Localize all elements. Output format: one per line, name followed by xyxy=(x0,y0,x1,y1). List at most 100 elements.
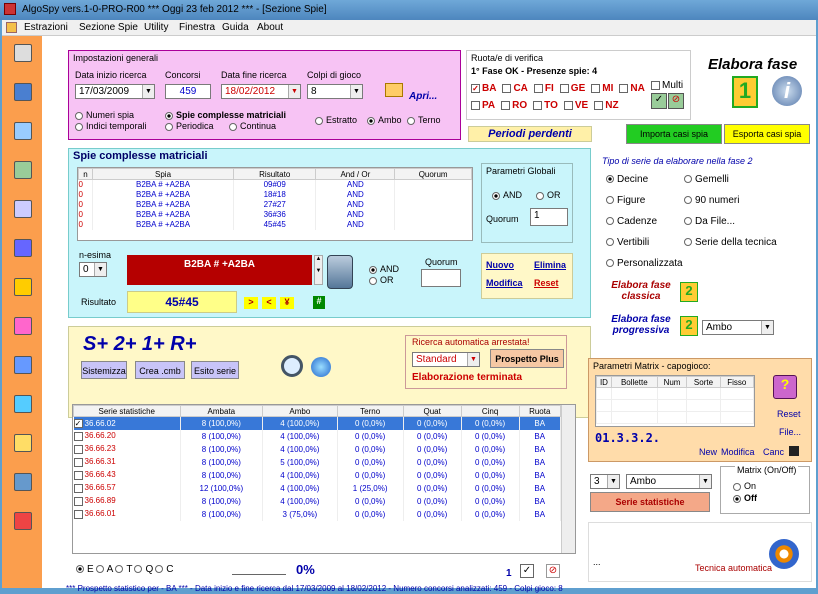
menu-doc-icon[interactable] xyxy=(6,22,17,33)
end-date-select[interactable]: 18/02/2012 ▼ xyxy=(221,84,301,99)
standard-select[interactable]: Standard ▼ xyxy=(412,352,480,367)
serie-col-header[interactable]: Serie statistiche xyxy=(73,405,181,417)
progressiva-select[interactable]: Ambo ▼ xyxy=(702,320,774,335)
stop-icon[interactable]: ⊘ xyxy=(546,564,560,578)
serie-col-header[interactable]: Quat xyxy=(402,405,462,417)
matrix-modifica-link[interactable]: Modifica xyxy=(721,447,755,457)
menu-about[interactable]: About xyxy=(257,22,283,33)
radio-numeri-spia[interactable]: Numeri spia xyxy=(75,110,134,120)
radio-periodica[interactable]: Periodica xyxy=(165,121,214,131)
browser-icon[interactable] xyxy=(311,357,331,377)
ruota-nz[interactable]: NZ xyxy=(594,100,619,111)
spie-col-header[interactable]: And / Or xyxy=(315,168,396,180)
checkbox-icon[interactable] xyxy=(73,470,83,480)
yen-button[interactable]: ¥ xyxy=(280,297,294,309)
confirm-checkbox[interactable]: ✓ xyxy=(520,564,534,578)
elabora-fase-button[interactable]: 1 xyxy=(732,76,758,108)
power-icon[interactable] xyxy=(14,512,32,530)
table-row[interactable]: 36.66.20 8 (100,0%) 4 (100,0%) 0 (0,0%) 0 (0… xyxy=(73,429,575,443)
globali-quorum-input[interactable]: 1 xyxy=(530,208,568,226)
matrix-sorte-select[interactable]: Ambo ▼ xyxy=(626,474,712,489)
tipo-option[interactable]: Personalizzata xyxy=(606,258,683,269)
spie-col-header[interactable]: Spia xyxy=(91,168,235,180)
progress-slider[interactable] xyxy=(232,563,286,575)
book-icon[interactable] xyxy=(14,473,32,491)
formula-and[interactable]: AND xyxy=(369,264,399,274)
ruota-ge[interactable]: GE xyxy=(559,83,585,94)
cycle-icon[interactable] xyxy=(14,122,32,140)
pencil-icon[interactable] xyxy=(14,44,32,62)
prospetto-plus-button[interactable]: Prospetto Plus xyxy=(490,349,564,368)
matrix-col-header[interactable]: Sorte xyxy=(686,376,721,388)
disk-icon[interactable] xyxy=(14,83,32,101)
nuovo-link[interactable]: Nuovo xyxy=(486,260,514,270)
table-row[interactable]: ✓ 36.66.02 8 (100,0%) 4 (100,0%) 0 (0,0%) 0 (… xyxy=(73,416,575,430)
matrix-col-header[interactable]: ID xyxy=(596,376,612,388)
table-row[interactable]: 36.66.31 8 (100,0%) 5 (100,0%) 0 (0,0%) 0 (0… xyxy=(73,455,575,469)
elabora-progressiva-button[interactable]: 2 xyxy=(680,316,698,336)
checkbox-icon[interactable] xyxy=(73,431,83,441)
menu-estrazioni[interactable]: Estrazioni xyxy=(24,22,68,33)
tipo-option[interactable]: Gemelli xyxy=(684,174,729,185)
spie-col-header[interactable]: Risultato xyxy=(233,168,317,180)
start-date-select[interactable]: 17/03/2009 ▼ xyxy=(75,84,155,99)
folder-icon[interactable] xyxy=(385,83,403,97)
quorum-input[interactable] xyxy=(421,269,461,287)
hand-icon[interactable] xyxy=(14,239,32,257)
next-button[interactable]: > xyxy=(244,297,258,309)
sistemizza-button[interactable]: Sistemizza xyxy=(81,361,127,379)
magnifier-icon[interactable] xyxy=(281,355,303,377)
filter-q-radio[interactable]: Q xyxy=(134,564,153,575)
table-row[interactable] xyxy=(596,399,755,412)
radio-indici-temporali[interactable]: Indici temporali xyxy=(75,121,147,131)
matrix-col-header[interactable]: Num xyxy=(656,376,688,388)
filter-t-radio[interactable]: T xyxy=(115,564,132,575)
radio-estratto[interactable]: Estratto xyxy=(315,115,357,125)
prev-button[interactable]: < xyxy=(262,297,276,309)
globali-and[interactable]: AND xyxy=(492,190,522,200)
elabora-classica-button[interactable]: 2 xyxy=(680,282,698,302)
formula-display[interactable]: B2BA # +A2BA xyxy=(127,255,312,285)
tipo-option[interactable]: Vertibili xyxy=(606,237,649,248)
check-button[interactable]: ✓ xyxy=(651,93,667,109)
radio-ambo[interactable]: Ambo xyxy=(367,115,402,125)
menu-guida[interactable]: Guida xyxy=(222,22,249,33)
bulb-icon[interactable] xyxy=(14,200,32,218)
matrix-canc-link[interactable]: Canc xyxy=(763,447,784,457)
checkbox-icon[interactable] xyxy=(73,444,83,454)
filter-e-radio[interactable]: E xyxy=(76,564,94,575)
table-row[interactable]: 36.66.57 12 (100,0%) 4 (100,0%) 1 (25,0%) 0 … xyxy=(73,481,575,495)
matrix-col-header[interactable]: Fisso xyxy=(719,376,755,388)
checkbox-icon[interactable] xyxy=(73,509,83,519)
nesima-select[interactable]: 0 ▼ xyxy=(79,262,107,277)
spie-col-header[interactable]: Quorum xyxy=(394,168,472,180)
serie-col-header[interactable]: Cinq xyxy=(460,405,520,417)
matrix-reset-link[interactable]: Reset xyxy=(777,409,801,419)
matrix-off-radio[interactable]: Off xyxy=(733,493,757,503)
serie-scrollbar[interactable] xyxy=(561,405,575,553)
scroll-arrows[interactable]: ▲ ▼ xyxy=(314,255,323,285)
ruota-ro[interactable]: RO xyxy=(501,100,527,111)
table-row[interactable]: 36.66.23 8 (100,0%) 4 (100,0%) 0 (0,0%) 0 (0… xyxy=(73,442,575,456)
table-row[interactable]: 0 B2BA # +A2BA 27#27 AND xyxy=(78,199,472,210)
table-row[interactable] xyxy=(596,411,755,424)
info-icon[interactable]: i xyxy=(772,76,802,106)
tipo-option[interactable]: Figure xyxy=(606,195,645,206)
table-row[interactable]: 0 B2BA # +A2BA 18#18 AND xyxy=(78,189,472,200)
ruota-pa[interactable]: PA xyxy=(471,100,495,111)
matrix-n-select[interactable]: 3 ▼ xyxy=(590,474,620,489)
tipo-option[interactable]: 90 numeri xyxy=(684,195,739,206)
tipo-option[interactable]: Da File... xyxy=(684,216,735,227)
concorsi-input[interactable]: 459 xyxy=(165,84,211,99)
checkbox-icon[interactable] xyxy=(73,496,83,506)
menu-finestra[interactable]: Finestra xyxy=(179,22,215,33)
serie-col-header[interactable]: Ambata xyxy=(179,405,264,417)
spie-col-header[interactable]: n xyxy=(78,168,93,180)
save-icon[interactable] xyxy=(789,446,799,456)
table-row[interactable] xyxy=(596,387,755,400)
menu-sezione-spie[interactable]: Sezione Spie xyxy=(79,22,138,33)
multi-checkbox[interactable]: Multi xyxy=(651,80,683,91)
modifica-link[interactable]: Modifica xyxy=(486,278,523,288)
importa-casi-spia-button[interactable]: Importa casi spia xyxy=(626,124,722,144)
serie-col-header[interactable]: Terno xyxy=(336,405,404,417)
